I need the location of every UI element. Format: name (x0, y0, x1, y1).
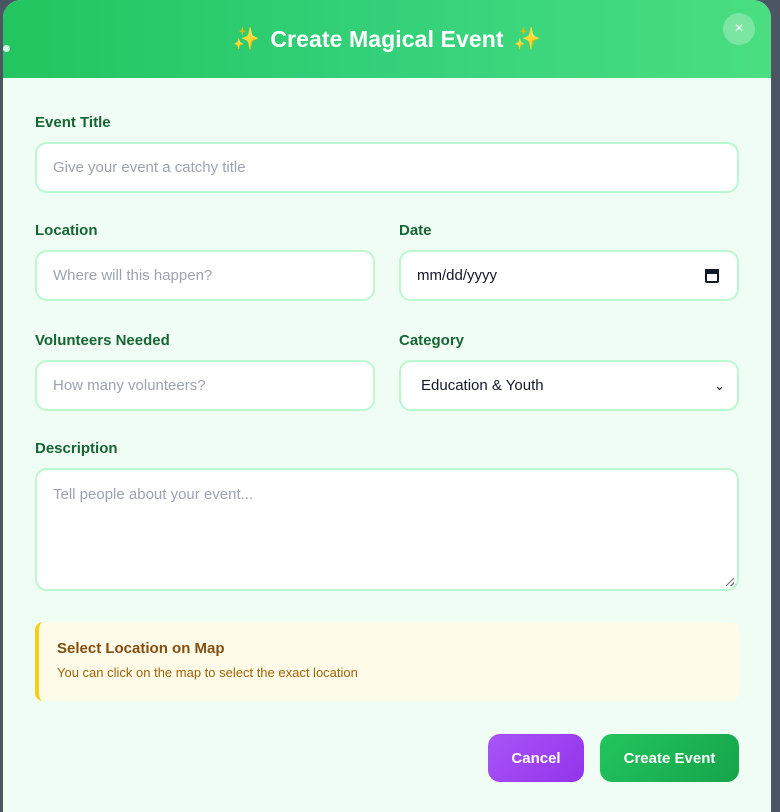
event-title-placeholder: Give your event a catchy title (53, 159, 246, 176)
location-input[interactable]: Where will this happen? (35, 250, 375, 301)
notice-text: You can click on the map to select the e… (57, 665, 358, 680)
volunteers-placeholder: How many volunteers? (53, 377, 206, 394)
notice-title: Select Location on Map (57, 640, 225, 657)
create-event-modal: ✨ Create Magical Event ✨ × Event Title G… (3, 0, 771, 812)
cancel-button[interactable]: Cancel (488, 734, 584, 782)
modal-title-text: Create Magical Event (270, 25, 504, 52)
modal-header: ✨ Create Magical Event ✨ × (3, 0, 771, 78)
description-label: Description (35, 440, 118, 457)
decorative-dot (3, 45, 10, 52)
map-location-notice: Select Location on Map You can click on … (35, 622, 739, 701)
close-icon: × (734, 20, 744, 37)
create-event-button[interactable]: Create Event (600, 734, 739, 782)
location-placeholder: Where will this happen? (53, 267, 213, 284)
event-title-label: Event Title (35, 114, 111, 131)
date-input[interactable]: mm/dd/yyyy (399, 250, 739, 301)
description-placeholder: Tell people about your event... (53, 486, 254, 503)
calendar-icon[interactable] (705, 269, 719, 283)
volunteers-label: Volunteers Needed (35, 332, 170, 349)
date-label: Date (399, 222, 432, 239)
event-title-input[interactable]: Give your event a catchy title (35, 142, 739, 193)
modal-title: ✨ Create Magical Event ✨ (233, 26, 541, 53)
resize-handle-icon[interactable] (726, 578, 734, 586)
modal-backdrop[interactable] (771, 0, 780, 812)
date-value: mm/dd/yyyy (417, 267, 498, 284)
sparkle-icon-left: ✨ (232, 26, 261, 51)
close-button[interactable]: × (723, 13, 755, 45)
category-select[interactable]: Education & Youth ⌄ (399, 360, 739, 411)
sparkle-icon-right: ✨ (513, 26, 542, 51)
description-textarea[interactable]: Tell people about your event... (35, 468, 739, 591)
category-label: Category (399, 332, 465, 349)
location-label: Location (35, 222, 98, 239)
chevron-down-icon: ⌄ (714, 378, 725, 393)
category-selected-value: Education & Youth (421, 377, 544, 394)
volunteers-input[interactable]: How many volunteers? (35, 360, 375, 411)
